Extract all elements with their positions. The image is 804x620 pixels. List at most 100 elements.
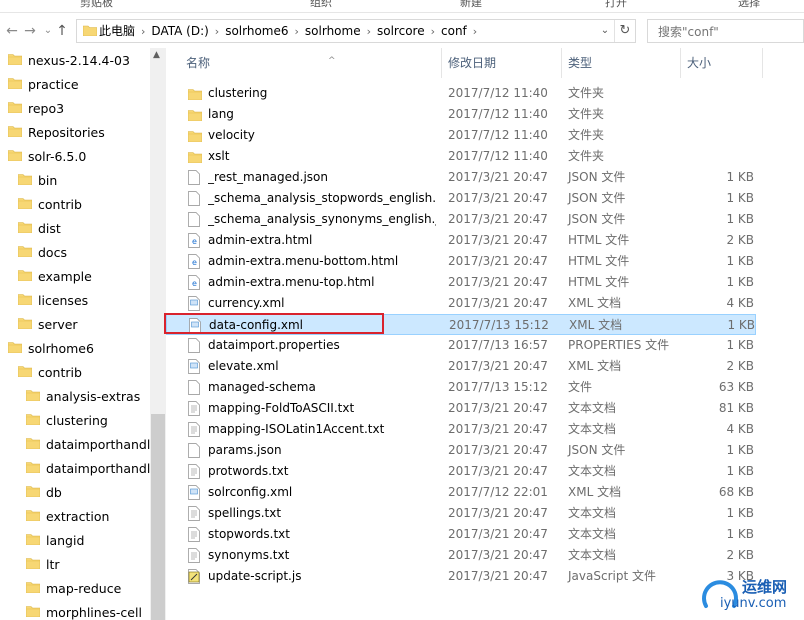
breadcrumb-item[interactable]: conf	[441, 24, 467, 38]
file-row[interactable]: _schema_analysis_stopwords_english.... 20…	[166, 188, 756, 209]
file-row[interactable]: synonyms.txt 2017/3/21 20:47 文本文档 2 KB	[166, 545, 756, 566]
file-type: HTML 文件	[568, 233, 630, 247]
tree-item[interactable]: extraction	[25, 506, 109, 528]
file-row[interactable]: mapping-ISOLatin1Accent.txt 2017/3/21 20:…	[166, 419, 756, 440]
tree-item[interactable]: nexus-2.14.4-03	[7, 50, 130, 72]
scroll-up-icon[interactable]: ▲	[153, 50, 160, 60]
breadcrumb-chevron-icon[interactable]: ›	[295, 25, 299, 38]
file-row[interactable]: _schema_analysis_synonyms_english.j... 20…	[166, 209, 756, 230]
tree-item[interactable]: repo3	[7, 98, 64, 120]
tree-item[interactable]: map-reduce	[25, 578, 121, 600]
up-button[interactable]: ↑	[52, 20, 72, 42]
tree-item[interactable]: contrib	[17, 362, 82, 384]
tree-item[interactable]: dist	[17, 218, 61, 240]
ribbon-group-clipboard: 剪贴板	[80, 0, 113, 9]
tree-item[interactable]: morphlines-cell	[25, 602, 142, 620]
breadcrumb-chevron-icon[interactable]: ›	[367, 25, 371, 38]
breadcrumb-chevron-icon[interactable]: ›	[215, 25, 219, 38]
file-type: 文本文档	[568, 506, 617, 520]
column-header-size[interactable]: 大小	[687, 48, 757, 78]
file-row[interactable]: protwords.txt 2017/3/21 20:47 文本文档 1 KB	[166, 461, 756, 482]
column-header-date[interactable]: 修改日期	[448, 48, 558, 78]
tree-item[interactable]: solrhome6	[7, 338, 94, 360]
file-date: 2017/3/21 20:47	[448, 506, 548, 520]
refresh-button[interactable]: ↻	[614, 20, 635, 42]
forward-button[interactable]: →	[20, 20, 40, 42]
tree-item[interactable]: dataimporthandle	[25, 434, 158, 456]
file-type: JSON 文件	[568, 443, 626, 457]
column-header-type[interactable]: 类型	[568, 48, 678, 78]
file-row[interactable]: clustering 2017/7/12 11:40 文件夹	[166, 83, 756, 104]
tree-item[interactable]: licenses	[17, 290, 88, 312]
search-input[interactable]	[656, 21, 800, 43]
file-type: 文件夹	[568, 149, 605, 163]
tree-item[interactable]: clustering	[25, 410, 108, 432]
search-box[interactable]	[647, 19, 804, 43]
breadcrumb-chevron-icon[interactable]: ›	[431, 25, 435, 38]
file-row[interactable]: mapping-FoldToASCII.txt 2017/3/21 20:47 文本…	[166, 398, 756, 419]
file-date: 2017/3/21 20:47	[448, 233, 548, 247]
file-name: _rest_managed.json	[208, 170, 328, 184]
breadcrumb-chevron-icon[interactable]: ›	[141, 25, 145, 38]
file-date: 2017/3/21 20:47	[448, 422, 548, 436]
file-row[interactable]: dataimport.properties 2017/7/13 16:57 PROP…	[166, 335, 756, 356]
column-divider[interactable]	[441, 48, 442, 78]
breadcrumb-item[interactable]: solrhome	[305, 24, 361, 38]
column-divider[interactable]	[561, 48, 562, 78]
file-row[interactable]: _rest_managed.json 2017/3/21 20:47 JSON 文件…	[166, 167, 756, 188]
breadcrumb-item[interactable]: solrcore	[377, 24, 425, 38]
file-type: JavaScript 文件	[568, 569, 656, 583]
file-row[interactable]: e admin-extra.menu-top.html 2017/3/21 20:4…	[166, 272, 756, 293]
breadcrumb-chevron-icon[interactable]: ›	[473, 25, 477, 38]
folder-icon	[7, 74, 23, 96]
file-date: 2017/7/12 11:40	[448, 149, 548, 163]
column-divider[interactable]	[680, 48, 681, 78]
file-row[interactable]: managed-schema 2017/7/13 15:12 文件 63 KB	[166, 377, 756, 398]
file-row[interactable]: solrconfig.xml 2017/7/12 22:01 XML 文档 68 KB	[166, 482, 756, 503]
file-row[interactable]: params.json 2017/3/21 20:47 JSON 文件 1 KB	[166, 440, 756, 461]
scrollbar-thumb[interactable]	[151, 414, 165, 620]
file-row[interactable]: spellings.txt 2017/3/21 20:47 文本文档 1 KB	[166, 503, 756, 524]
tree-item[interactable]: db	[25, 482, 62, 504]
tree-item[interactable]: practice	[7, 74, 79, 96]
file-row[interactable]: xslt 2017/7/12 11:40 文件夹	[166, 146, 756, 167]
column-label-size: 大小	[687, 56, 712, 70]
file-date: 2017/3/21 20:47	[448, 212, 548, 226]
address-field[interactable]: 此电脑 › DATA (D:) › solrhome6 › solrhome › solrcor…	[76, 19, 636, 43]
file-date: 2017/7/12 11:40	[448, 107, 548, 121]
file-size: 2 KB	[726, 359, 754, 373]
tree-item[interactable]: server	[17, 314, 78, 336]
sidebar-scrollbar[interactable]: ▲	[150, 48, 166, 620]
file-row[interactable]: e admin-extra.menu-bottom.html 2017/3/21 2…	[166, 251, 756, 272]
tree-item[interactable]: dataimporthandle	[25, 458, 158, 480]
back-button[interactable]: ←	[2, 20, 22, 42]
breadcrumb-item[interactable]: solrhome6	[225, 24, 288, 38]
tree-item[interactable]: contrib	[17, 194, 82, 216]
tree-item-label: morphlines-cell	[46, 605, 142, 620]
tree-item[interactable]: langid	[25, 530, 84, 552]
tree-item-label: db	[46, 485, 62, 500]
tree-item[interactable]: solr-6.5.0	[7, 146, 86, 168]
file-row[interactable]: currency.xml 2017/3/21 20:47 XML 文档 4 KB	[166, 293, 756, 314]
tree-item[interactable]: example	[17, 266, 92, 288]
file-row[interactable]: update-script.js 2017/3/21 20:47 JavaScrip…	[166, 566, 756, 587]
tree-item[interactable]: ltr	[25, 554, 60, 576]
column-divider[interactable]	[762, 48, 763, 78]
breadcrumb-item[interactable]: DATA (D:)	[151, 24, 208, 38]
tree-item[interactable]: docs	[17, 242, 67, 264]
tree-item-label: contrib	[38, 365, 82, 380]
file-type: 文件夹	[568, 128, 605, 142]
tree-item[interactable]: bin	[17, 170, 57, 192]
file-row[interactable]: e admin-extra.html 2017/3/21 20:47 HTML 文件 2…	[166, 230, 756, 251]
address-history-button[interactable]: ⌄	[597, 20, 613, 42]
file-row[interactable]: lang 2017/7/12 11:40 文件夹	[166, 104, 756, 125]
tree-item[interactable]: analysis-extras	[25, 386, 140, 408]
file-row[interactable]: stopwords.txt 2017/3/21 20:47 文本文档 1 KB	[166, 524, 756, 545]
file-type: XML 文档	[568, 296, 622, 310]
column-header-name[interactable]: 名称 ^	[186, 48, 440, 78]
tree-item-label: clustering	[46, 413, 108, 428]
file-row[interactable]: velocity 2017/7/12 11:40 文件夹	[166, 125, 756, 146]
breadcrumb-item[interactable]: 此电脑	[99, 24, 135, 38]
file-row[interactable]: elevate.xml 2017/3/21 20:47 XML 文档 2 KB	[166, 356, 756, 377]
tree-item[interactable]: Repositories	[7, 122, 105, 144]
